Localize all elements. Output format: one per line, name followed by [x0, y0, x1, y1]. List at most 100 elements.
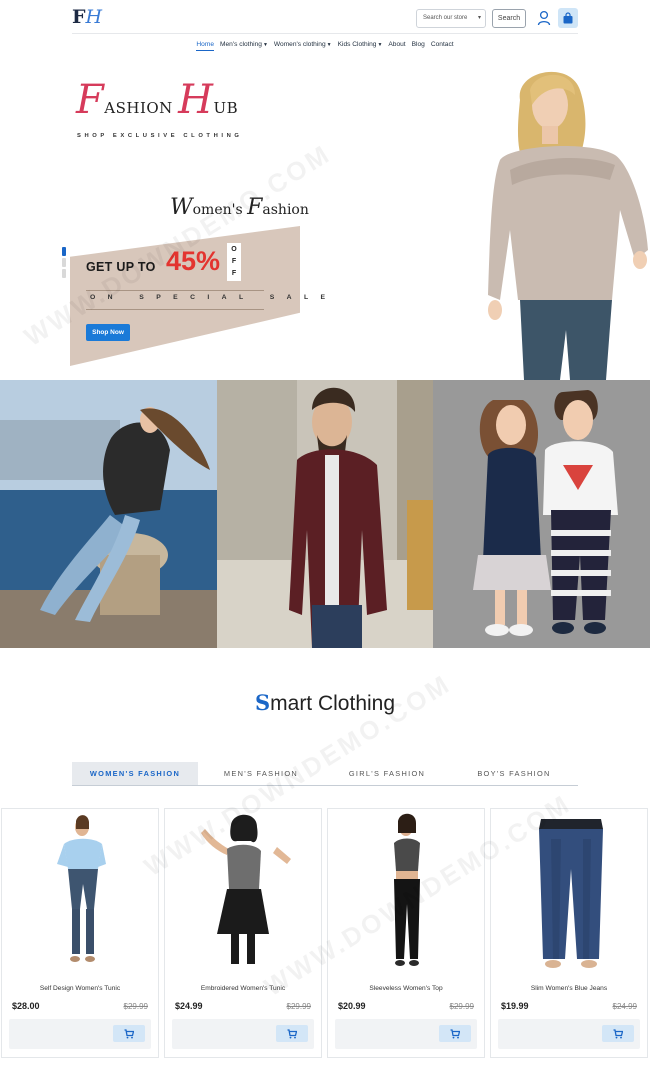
search-store-select[interactable]: Search our store ▾ [416, 9, 486, 28]
slider-dot-3[interactable] [62, 269, 66, 278]
product-card[interactable]: Slim Women's Blue Jeans $19.99 $24.99 [490, 808, 648, 1058]
brand-cap-f: F [76, 77, 105, 123]
nav-label: Women's clothing [273, 41, 326, 48]
brand-cap-h: H [178, 77, 214, 123]
add-to-cart-button[interactable] [602, 1025, 634, 1042]
cart-icon [450, 1029, 460, 1039]
logo-letter-f: F [72, 6, 86, 28]
nav-label: Blog [411, 41, 425, 48]
site-header: FH Search our store ▾ Search [0, 0, 650, 34]
product-price: $24.99 [175, 1001, 203, 1011]
nav-about[interactable]: About [388, 40, 405, 50]
tab-boys-fashion[interactable]: BOY'S FASHION [450, 762, 578, 785]
shop-now-button[interactable]: Shop Now [86, 324, 130, 341]
tab-womens-fashion[interactable]: WOMEN'S FASHION [72, 762, 198, 785]
hero-subtitle: Women's Fashion [170, 195, 309, 220]
brand-name: FASHION HUB [76, 80, 276, 120]
promo-off-badge: O F F [227, 243, 241, 281]
product-image[interactable] [491, 809, 647, 977]
product-old-price: $29.99 [123, 1002, 148, 1011]
product-action-bar [498, 1019, 640, 1049]
cart-icon [124, 1029, 134, 1039]
category-strip [0, 380, 650, 648]
caret-down-icon: ▼ [326, 42, 332, 48]
add-to-cart-button[interactable] [276, 1025, 308, 1042]
promo-off-letter: F [231, 258, 237, 265]
product-image[interactable] [2, 809, 158, 977]
product-old-price: $29.99 [449, 1002, 474, 1011]
product-card[interactable]: Self Design Women's Tunic $28.00 $29.99 [1, 808, 159, 1058]
brand-tagline: SHOP EXCLUSIVE CLOTHING [77, 133, 243, 139]
category-women-image[interactable] [0, 380, 217, 648]
add-to-cart-button[interactable] [113, 1025, 145, 1042]
product-price: $19.99 [501, 1001, 529, 1011]
promo-special-sale: ON SPECIAL SALE [90, 294, 338, 301]
section-title-rest: mart Clothing [270, 692, 396, 715]
promo-off-letter: F [231, 270, 237, 277]
subtitle-rest-1: omen's [192, 202, 243, 218]
site-logo[interactable]: FH [72, 6, 102, 28]
women-photo-illustration [0, 380, 217, 648]
product-name[interactable]: Embroidered Women's Tunic [165, 985, 321, 992]
slider-indicators [62, 247, 66, 280]
hero-model-image [480, 60, 650, 380]
product-price: $28.00 [12, 1001, 40, 1011]
nav-womens-clothing[interactable]: Women's clothing▼ [274, 40, 332, 50]
product-image[interactable] [328, 809, 484, 977]
nav-label: About [388, 41, 406, 48]
add-to-cart-button[interactable] [439, 1025, 471, 1042]
brand-rest-2: UB [213, 99, 239, 117]
men-photo-illustration [217, 380, 433, 648]
cart-button[interactable] [558, 8, 578, 28]
caret-down-icon: ▼ [377, 42, 383, 48]
chevron-down-icon: ▾ [477, 15, 481, 21]
product-name[interactable]: Sleeveless Women's Top [328, 985, 484, 992]
shopping-bag-icon [563, 12, 573, 24]
section-title: Smart Clothing [0, 690, 650, 716]
tab-girls-fashion[interactable]: GIRL'S FASHION [324, 762, 450, 785]
slider-dot-2[interactable] [62, 258, 66, 267]
product-action-bar [335, 1019, 477, 1049]
product-action-bar [172, 1019, 314, 1049]
subtitle-rest-2: ashion [262, 202, 309, 218]
product-action-bar [9, 1019, 151, 1049]
promo-get-up-to: GET UP TO [86, 260, 156, 274]
nav-contact[interactable]: Contact [431, 40, 454, 50]
product-name[interactable]: Self Design Women's Tunic [2, 985, 158, 992]
product-card[interactable]: Embroidered Women's Tunic $24.99 $29.99 [164, 808, 322, 1058]
user-account-icon[interactable] [537, 10, 551, 26]
logo-letter-h: H [85, 6, 103, 28]
nav-kids-clothing[interactable]: Kids Clothing▼ [338, 40, 383, 50]
product-name[interactable]: Slim Women's Blue Jeans [491, 985, 647, 992]
fashion-hub-logo: FASHION HUB SHOP EXCLUSIVE CLOTHING [76, 80, 276, 150]
tab-mens-fashion[interactable]: MEN'S FASHION [198, 762, 324, 785]
search-button[interactable]: Search [492, 9, 526, 28]
category-men-image[interactable] [217, 380, 433, 648]
cart-icon [287, 1029, 297, 1039]
nav-label: Men's clothing [220, 41, 262, 48]
kids-photo-illustration [433, 380, 650, 648]
header-divider [72, 33, 578, 34]
main-navigation: Home Men's clothing▼ Women's clothing▼ K… [0, 40, 650, 54]
product-card[interactable]: Sleeveless Women's Top $20.99 $29.99 [327, 808, 485, 1058]
caret-down-icon: ▼ [262, 42, 268, 48]
slider-dot-1[interactable] [62, 247, 66, 256]
nav-home[interactable]: Home [196, 40, 215, 51]
promo-percent: 45% [166, 246, 221, 276]
hero-banner: FASHION HUB SHOP EXCLUSIVE CLOTHING Wome… [0, 60, 650, 380]
nav-label: Contact [430, 41, 454, 48]
nav-label: Kids Clothing [337, 41, 377, 48]
nav-blog[interactable]: Blog [412, 40, 425, 50]
category-kids-image[interactable] [433, 380, 650, 648]
promo-off-letter: O [231, 246, 237, 253]
brand-rest-1: ASHION [104, 99, 173, 117]
subtitle-cap-f: F [247, 195, 263, 220]
nav-mens-clothing[interactable]: Men's clothing▼ [220, 40, 268, 50]
product-price: $20.99 [338, 1001, 366, 1011]
section-title-cap: S [254, 690, 271, 715]
category-tabs: WOMEN'S FASHION MEN'S FASHION GIRL'S FAS… [72, 762, 578, 786]
subtitle-cap-w: W [170, 195, 193, 220]
promo-divider-bottom [86, 309, 264, 310]
product-old-price: $24.99 [612, 1002, 637, 1011]
product-image[interactable] [165, 809, 321, 977]
